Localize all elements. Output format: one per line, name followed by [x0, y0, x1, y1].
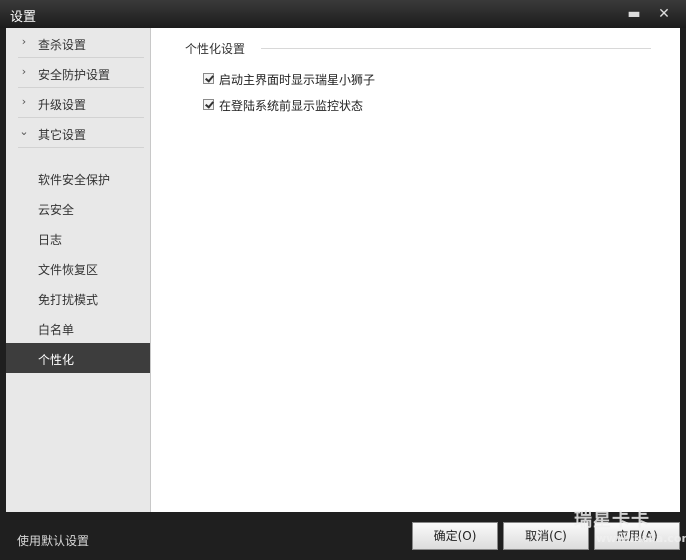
watermark-brand: 瑞星卡卡 — [574, 510, 650, 531]
nav-item-upgrade-settings[interactable]: › 升级设置 — [6, 88, 150, 118]
section-divider — [261, 48, 651, 49]
sidebar-item-label: 文件恢复区 — [38, 263, 99, 277]
content-panel: 个性化设置 启动主界面时显示瑞星小狮子 在登陆系统前显示监控状态 — [150, 28, 680, 512]
sidebar-item-label: 个性化 — [38, 353, 75, 367]
nav-item-label: 其它设置 — [38, 128, 87, 142]
title-bar: 设置 ▬ ✕ — [0, 0, 686, 28]
sidebar-item-personalization[interactable]: 个性化 — [6, 343, 156, 373]
nav-item-protection-settings[interactable]: › 安全防护设置 — [6, 58, 150, 88]
sidebar-item-label: 白名单 — [38, 323, 75, 337]
checkbox-checked-icon[interactable] — [203, 73, 214, 84]
watermark-logo: 瑞星卡卡 www.ikaka.com — [560, 500, 686, 560]
sidebar-item-whitelist[interactable]: 白名单 — [6, 313, 150, 343]
sidebar-item-file-recovery[interactable]: 文件恢复区 — [6, 253, 150, 283]
minimize-button[interactable]: ▬ — [624, 4, 644, 24]
nav-item-label: 查杀设置 — [38, 38, 87, 52]
ok-button[interactable]: 确定(O) — [412, 522, 498, 550]
section-title: 个性化设置 — [185, 42, 246, 56]
sidebar-item-label: 软件安全保护 — [38, 173, 111, 187]
close-icon: ✕ — [658, 6, 670, 22]
close-button[interactable]: ✕ — [654, 4, 674, 24]
divider — [18, 147, 144, 148]
checkbox-checked-icon[interactable] — [203, 99, 214, 110]
window-title: 设置 — [10, 10, 37, 25]
nav-item-other-settings[interactable]: ⌄ 其它设置 — [6, 118, 150, 148]
option-label: 在登陆系统前显示监控状态 — [219, 99, 364, 113]
use-default-settings-link[interactable]: 使用默认设置 — [17, 532, 89, 549]
sidebar-item-software-protection[interactable]: 软件安全保护 — [6, 163, 150, 193]
sidebar-item-cloud-security[interactable]: 云安全 — [6, 193, 150, 223]
sidebar-item-label: 免打扰模式 — [38, 293, 99, 307]
watermark-url: www.ikaka.com — [596, 532, 686, 545]
nav-item-scan-settings[interactable]: › 查杀设置 — [6, 28, 150, 58]
sidebar-item-do-not-disturb[interactable]: 免打扰模式 — [6, 283, 150, 313]
sidebar-item-log[interactable]: 日志 — [6, 223, 150, 253]
minimize-icon: ▬ — [627, 6, 641, 22]
chevron-right-icon: › — [21, 95, 27, 108]
chevron-down-icon: ⌄ — [19, 125, 29, 138]
chevron-right-icon: › — [21, 65, 27, 78]
option-label: 启动主界面时显示瑞星小狮子 — [219, 73, 376, 87]
chevron-right-icon: › — [21, 35, 27, 48]
settings-window: 设置 ▬ ✕ › 查杀设置 › 安全防护设置 › 升级设置 ⌄ 其它设置 软件安… — [0, 0, 686, 560]
nav-item-label: 升级设置 — [38, 98, 87, 112]
sidebar-item-label: 云安全 — [38, 203, 75, 217]
sidebar: › 查杀设置 › 安全防护设置 › 升级设置 ⌄ 其它设置 软件安全保护 云安全… — [6, 28, 156, 512]
nav-item-label: 安全防护设置 — [38, 68, 111, 82]
sidebar-item-label: 日志 — [38, 233, 63, 247]
